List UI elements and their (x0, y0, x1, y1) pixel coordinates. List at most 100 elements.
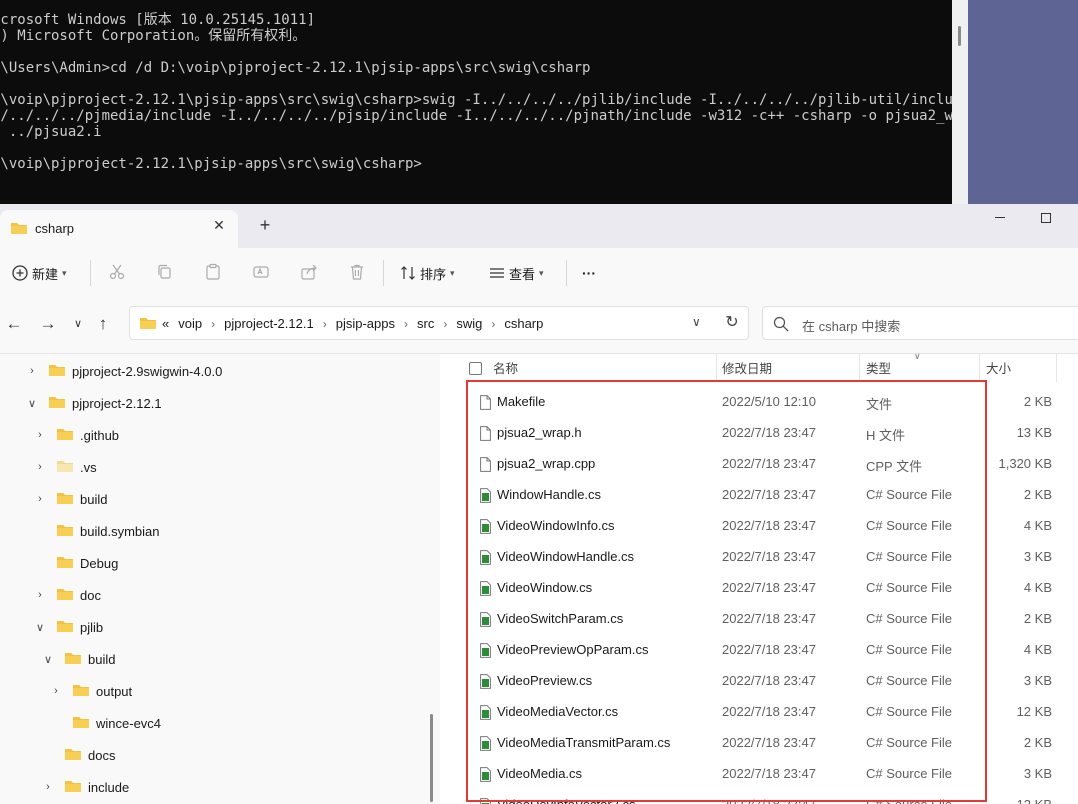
column-divider[interactable] (1056, 354, 1057, 382)
view-button[interactable]: 查看 ▾ (489, 262, 544, 284)
column-divider[interactable] (859, 354, 860, 382)
file-type: C# Source File (866, 549, 952, 564)
breadcrumb-item[interactable]: swig (456, 316, 482, 331)
tree-item[interactable]: wince-evc4 (48, 711, 161, 735)
recent-locations-button[interactable]: ∨ (68, 314, 88, 334)
close-tab-icon[interactable]: ✕ (211, 217, 227, 233)
file-name: Makefile (497, 394, 546, 409)
chevron-down-icon: ▾ (539, 267, 544, 278)
column-header-date[interactable]: 修改日期 (722, 357, 772, 381)
file-date: 2022/7/18 23:47 (722, 735, 816, 750)
file-row[interactable]: VideoWindow.cs 2022/7/18 23:47 C# Source F… (440, 573, 1078, 604)
tab-csharp[interactable]: csharp ✕ (0, 210, 238, 248)
breadcrumb-item[interactable]: csharp (504, 316, 543, 331)
tree-item[interactable]: › pjproject-2.9swigwin-4.0.0 (24, 359, 222, 383)
column-divider[interactable] (716, 354, 717, 382)
column-header-type[interactable]: 类型 (866, 357, 891, 381)
desktop-background (968, 0, 1078, 205)
file-row[interactable]: VideoWindowHandle.cs 2022/7/18 23:47 C# So… (440, 542, 1078, 573)
chevron-right-icon: › (322, 316, 327, 331)
folder-icon (64, 747, 82, 764)
column-header-name[interactable]: 名称 (493, 357, 518, 381)
tree-item[interactable]: docs (40, 743, 115, 767)
tree-item[interactable]: › .github (32, 423, 119, 447)
sort-chevron-icon: ∨ (914, 351, 921, 361)
console-scrollbar[interactable] (952, 0, 968, 205)
new-button-label: 新建 (32, 266, 59, 282)
file-name: pjsua2_wrap.cpp (497, 456, 596, 471)
copy-icon[interactable] (156, 263, 174, 281)
tree-item[interactable]: › build (32, 487, 107, 511)
file-row[interactable]: VideoMediaTransmitParam.cs 2022/7/18 23:4… (440, 728, 1078, 759)
file-date: 2022/7/18 23:47 (722, 425, 816, 440)
chevron-right-icon[interactable]: › (24, 365, 40, 377)
console-scroll-thumb[interactable] (958, 26, 961, 46)
address-bar[interactable]: « voip › pjproject-2.12.1 › pjsip-apps › src › sw… (129, 306, 749, 340)
chevron-down-icon[interactable]: ∨ (40, 653, 56, 666)
breadcrumb-item[interactable]: src (417, 316, 434, 331)
sort-button[interactable]: 排序 ▾ (400, 262, 455, 284)
cut-icon[interactable] (108, 263, 126, 281)
chevron-right-icon[interactable]: › (40, 781, 56, 793)
chevron-right-icon[interactable]: › (32, 589, 48, 601)
tree-item-label: build.symbian (80, 523, 160, 539)
file-list: 名称 修改日期 类型 ∨ 大小 Makefile 2022/5/10 12:10 文… (440, 351, 1078, 804)
breadcrumb-item[interactable]: pjproject-2.12.1 (224, 316, 314, 331)
up-button[interactable]: ↑ (93, 314, 113, 334)
chevron-right-icon[interactable]: › (32, 429, 48, 441)
search-box[interactable]: 在 csharp 中搜索 (762, 306, 1078, 340)
column-divider[interactable] (979, 354, 980, 382)
file-row[interactable]: VideoPreviewOpParam.cs 2022/7/18 23:47 C# … (440, 635, 1078, 666)
command-prompt-window[interactable]: icrosoft Windows [版本 10.0.25145.1011] c) … (0, 0, 952, 205)
tree-item[interactable]: ∨ build (40, 647, 116, 671)
console-line: :\Users\Admin>cd /d D:\voip\pjproject-2.… (0, 60, 591, 76)
delete-icon[interactable] (348, 263, 366, 281)
paste-icon[interactable] (204, 263, 222, 281)
column-header-size[interactable]: 大小 (986, 357, 1011, 381)
tree-item[interactable]: › include (40, 775, 129, 799)
chevron-right-icon[interactable]: › (32, 461, 48, 473)
back-button[interactable]: ← (4, 314, 24, 334)
tree-item[interactable]: build.symbian (32, 519, 160, 543)
tree-item[interactable]: Debug (32, 551, 118, 575)
share-icon[interactable] (300, 263, 318, 281)
breadcrumb-item[interactable]: voip (178, 316, 202, 331)
file-row[interactable]: WindowHandle.cs 2022/7/18 23:47 C# Source … (440, 480, 1078, 511)
chevron-down-icon[interactable]: ∨ (32, 621, 48, 634)
file-size: 4 KB (1023, 642, 1052, 657)
minimize-button[interactable] (995, 210, 1009, 224)
file-row[interactable]: VideoSwitchParam.cs 2022/7/18 23:47 C# Sou… (440, 604, 1078, 635)
cs-file-icon (480, 674, 491, 689)
tree-item[interactable]: › .vs (32, 455, 96, 479)
new-tab-button[interactable]: + (256, 216, 274, 234)
select-all-checkbox[interactable] (469, 362, 482, 375)
file-row[interactable]: Makefile 2022/5/10 12:10 文件 2 KB (440, 387, 1078, 418)
new-button[interactable]: 新建 ▾ (12, 262, 67, 284)
forward-button[interactable]: → (38, 314, 58, 334)
more-options-button[interactable]: ··· (582, 262, 596, 284)
rename-icon[interactable] (252, 263, 270, 281)
maximize-button[interactable] (1041, 213, 1051, 223)
nav-pane-scrollbar[interactable] (430, 714, 433, 802)
refresh-button[interactable]: ↻ (722, 313, 742, 333)
file-row[interactable]: VideoDevInfoVector2.cs 2022/7/18 23:47 C# … (440, 790, 1078, 804)
breadcrumb-item[interactable]: pjsip-apps (336, 316, 395, 331)
file-row[interactable]: VideoMedia.cs 2022/7/18 23:47 C# Source Fi… (440, 759, 1078, 790)
view-button-label: 查看 (509, 266, 536, 282)
tree-item[interactable]: ∨ pjproject-2.12.1 (24, 391, 162, 415)
chevron-down-icon[interactable]: ∨ (692, 315, 701, 329)
chevron-down-icon[interactable]: ∨ (24, 397, 40, 410)
cs-file-icon (480, 643, 491, 658)
tree-item[interactable]: › doc (32, 583, 101, 607)
file-row[interactable]: pjsua2_wrap.h 2022/7/18 23:47 H 文件 13 KB (440, 418, 1078, 449)
file-row[interactable]: VideoWindowInfo.cs 2022/7/18 23:47 C# Sour… (440, 511, 1078, 542)
file-row[interactable]: VideoPreview.cs 2022/7/18 23:47 C# Source … (440, 666, 1078, 697)
file-row[interactable]: VideoMediaVector.cs 2022/7/18 23:47 C# Sou… (440, 697, 1078, 728)
breadcrumb-overflow[interactable]: « (162, 316, 169, 331)
title-bar: csharp ✕ + (0, 204, 1078, 248)
chevron-right-icon[interactable]: › (48, 685, 64, 697)
chevron-right-icon[interactable]: › (32, 493, 48, 505)
file-row[interactable]: pjsua2_wrap.cpp 2022/7/18 23:47 CPP 文件 1,32… (440, 449, 1078, 480)
tree-item[interactable]: › output (48, 679, 132, 703)
tree-item[interactable]: ∨ pjlib (32, 615, 103, 639)
